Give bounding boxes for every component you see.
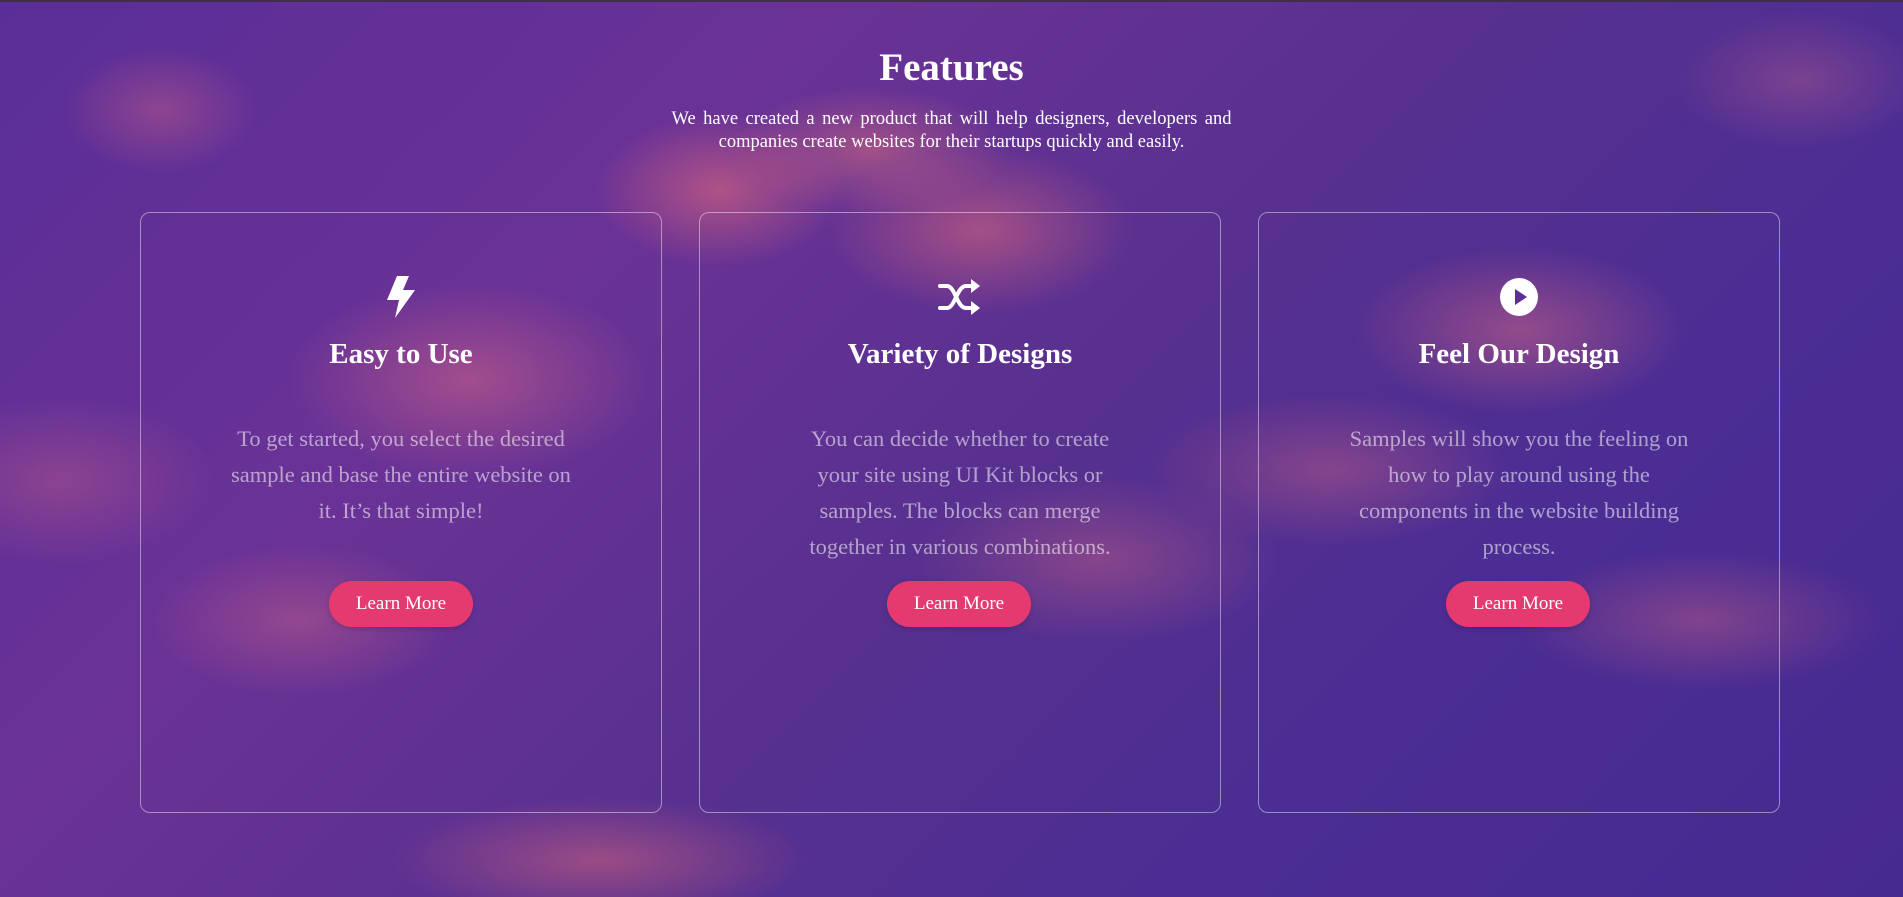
card-title: Variety of Designs [847,338,1073,370]
feature-card-variety-of-designs: Variety of Designs You can decide whethe… [699,212,1221,813]
card-title: Easy to Use [329,338,473,370]
card-description: Samples will show you the feeling on how… [1349,426,1689,559]
learn-more-button[interactable]: Learn More [1446,581,1590,627]
card-description: To get started, you select the desired s… [231,426,571,523]
lightning-bolt-icon [141,275,661,319]
learn-more-button[interactable]: Learn More [329,581,473,627]
feature-card-feel-our-design: Feel Our Design Samples will show you th… [1258,212,1780,813]
card-title: Feel Our Design [1418,338,1620,370]
feature-card-easy-to-use: Easy to Use To get started, you select t… [140,212,662,813]
card-description: You can decide whether to create your si… [809,426,1111,559]
play-circle-icon [1259,275,1779,319]
shuffle-icon [700,275,1220,319]
section-subtitle: We have created a new product that will … [671,109,1232,152]
features-section: Features We have created a new product t… [0,0,1903,897]
learn-more-button[interactable]: Learn More [887,581,1031,627]
features-header: Features We have created a new product t… [0,44,1903,154]
section-title: Features [879,46,1024,89]
feature-cards: Easy to Use To get started, you select t… [140,212,1780,813]
